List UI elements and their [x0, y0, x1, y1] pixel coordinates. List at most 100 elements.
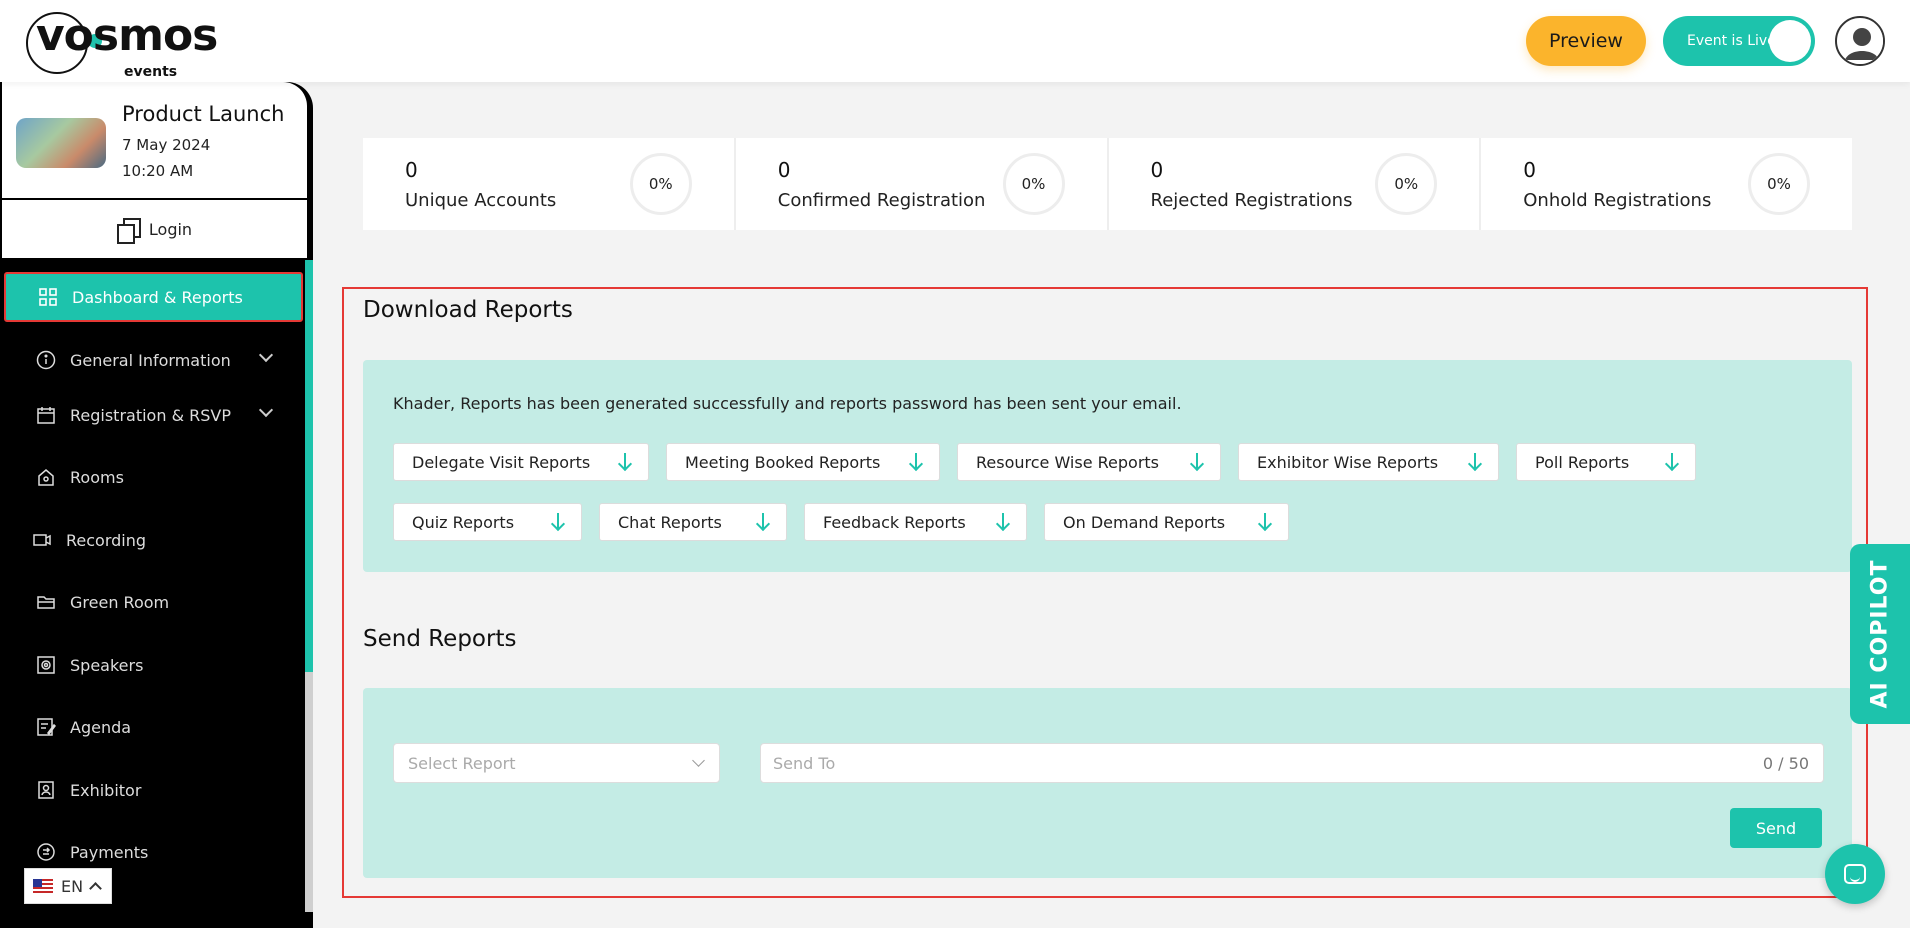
download-arrow-icon: [1468, 452, 1482, 472]
sidebar-item-label: Green Room: [70, 592, 170, 612]
report-label: Resource Wise Reports: [976, 452, 1160, 472]
badge-icon: [36, 780, 56, 800]
event-thumbnail: [16, 118, 106, 168]
event-live-toggle[interactable]: Event is Live: [1663, 16, 1815, 66]
stats-bar: 0 Unique Accounts 0% 0 Confirmed Registr…: [363, 138, 1852, 230]
grid-icon: [38, 287, 58, 307]
logo-text: vosmos: [36, 10, 218, 61]
quiz-reports-button[interactable]: Quiz Reports: [393, 503, 582, 541]
chat-icon: [1844, 864, 1866, 884]
sidebar-item-label: Speakers: [70, 655, 144, 675]
chevron-down-icon: [258, 347, 274, 363]
on-demand-reports-button[interactable]: On Demand Reports: [1044, 503, 1289, 541]
resource-wise-reports-button[interactable]: Resource Wise Reports: [957, 443, 1221, 481]
logo-subtext: events: [124, 64, 178, 80]
preview-button[interactable]: Preview: [1526, 16, 1646, 66]
copy-icon: [116, 218, 141, 244]
info-icon: [36, 350, 56, 370]
sidebar-item-rooms[interactable]: Rooms: [0, 451, 305, 503]
speaker-icon: [36, 655, 56, 675]
event-live-label: Event is Live: [1687, 33, 1776, 49]
ai-copilot-label: AI COPILOT: [1867, 559, 1893, 709]
login-label: Login: [148, 219, 193, 239]
meeting-booked-reports-button[interactable]: Meeting Booked Reports: [666, 443, 940, 481]
event-title: Product Launch: [122, 102, 285, 126]
send-reports-title: Send Reports: [363, 626, 517, 652]
video-icon: [32, 530, 52, 550]
stat-percent-ring: 0%: [629, 153, 692, 215]
report-label: Exhibitor Wise Reports: [1257, 452, 1439, 472]
download-reports-panel: Khader, Reports has been generated succe…: [363, 360, 1852, 572]
event-time: 10:20 AM: [122, 162, 194, 180]
sidebar-item-registration-rsvp[interactable]: Registration & RSVP: [0, 389, 305, 441]
toggle-knob: [1769, 20, 1811, 62]
calendar-icon: [36, 405, 56, 425]
sidebar-item-dashboard-reports[interactable]: Dashboard & Reports: [4, 272, 303, 322]
sidebar-scrollbar[interactable]: [305, 260, 313, 912]
sidebar-item-label: Exhibitor: [70, 780, 142, 800]
chat-reports-button[interactable]: Chat Reports: [599, 503, 787, 541]
select-report-placeholder: Select Report: [408, 753, 516, 773]
exhibitor-wise-reports-button[interactable]: Exhibitor Wise Reports: [1238, 443, 1499, 481]
event-date: 7 May 2024: [122, 136, 211, 154]
ai-copilot-tab[interactable]: AI COPILOT: [1850, 544, 1910, 724]
sidebar-item-label: General Information: [70, 350, 231, 370]
user-avatar-icon[interactable]: [1835, 16, 1885, 66]
stat-value: 0: [405, 158, 418, 182]
stat-label: Onhold Registrations: [1523, 190, 1712, 211]
report-label: Chat Reports: [618, 512, 722, 532]
stat-rejected-registrations: 0 Rejected Registrations 0%: [1109, 138, 1482, 230]
login-button[interactable]: Login: [2, 200, 307, 258]
report-label: Quiz Reports: [412, 512, 515, 532]
stat-value: 0: [1150, 158, 1164, 182]
send-to-input[interactable]: Send To 0 / 50: [760, 743, 1824, 783]
chevron-down-icon: [258, 402, 274, 418]
download-arrow-icon: [909, 452, 923, 472]
sidebar-item-exhibitor[interactable]: Exhibitor: [0, 764, 305, 816]
stat-percent-ring: 0%: [1748, 153, 1810, 215]
folder-icon: [36, 592, 56, 612]
sidebar-item-label: Payments: [70, 842, 149, 862]
report-label: Poll Reports: [1535, 452, 1630, 472]
stat-onhold-registrations: 0 Onhold Registrations 0%: [1481, 138, 1852, 230]
stat-confirmed-registration: 0 Confirmed Registration 0%: [736, 138, 1109, 230]
poll-reports-button[interactable]: Poll Reports: [1516, 443, 1696, 481]
sidebar-item-label: Rooms: [70, 467, 124, 487]
feedback-reports-button[interactable]: Feedback Reports: [804, 503, 1027, 541]
sidebar-item-recording[interactable]: Recording: [0, 514, 305, 566]
stat-label: Confirmed Registration: [777, 190, 986, 211]
report-label: Delegate Visit Reports: [412, 452, 591, 472]
download-reports-title: Download Reports: [363, 297, 573, 323]
sidebar-item-green-room[interactable]: Green Room: [0, 576, 305, 628]
language-code: EN: [61, 876, 84, 896]
sidebar-item-speakers[interactable]: Speakers: [0, 639, 305, 691]
download-arrow-icon: [996, 512, 1010, 532]
us-flag-icon: [33, 879, 53, 893]
chat-button[interactable]: [1825, 844, 1885, 904]
vosmos-logo[interactable]: vosmos events: [22, 8, 222, 80]
download-arrow-icon: [1665, 452, 1679, 472]
sidebar-item-label: Dashboard & Reports: [72, 287, 243, 307]
stat-label: Unique Accounts: [405, 190, 557, 211]
delegate-visit-reports-button[interactable]: Delegate Visit Reports: [393, 443, 649, 481]
send-reports-panel: Select Report Send To 0 / 50 Send: [363, 688, 1852, 878]
select-report-dropdown[interactable]: Select Report: [393, 743, 720, 783]
sidebar: Product Launch 7 May 2024 10:20 AM Login…: [0, 82, 313, 928]
send-button[interactable]: Send: [1730, 808, 1822, 848]
payment-icon: [36, 842, 56, 862]
stat-percent-ring: 0%: [1375, 153, 1438, 215]
report-label: On Demand Reports: [1063, 512, 1226, 532]
chevron-down-icon: [692, 754, 705, 767]
sidebar-item-label: Agenda: [70, 717, 132, 737]
download-arrow-icon: [551, 512, 565, 532]
chevron-up-icon: [89, 881, 102, 895]
sidebar-item-agenda[interactable]: Agenda: [0, 701, 305, 753]
edit-icon: [36, 717, 56, 737]
character-counter: 0 / 50: [1762, 754, 1809, 773]
language-selector[interactable]: EN: [24, 868, 112, 904]
report-label: Meeting Booked Reports: [685, 452, 881, 472]
stat-label: Rejected Registrations: [1150, 190, 1353, 211]
download-arrow-icon: [1190, 452, 1204, 472]
download-arrow-icon: [618, 452, 632, 472]
sidebar-item-general-information[interactable]: General Information: [0, 334, 305, 386]
